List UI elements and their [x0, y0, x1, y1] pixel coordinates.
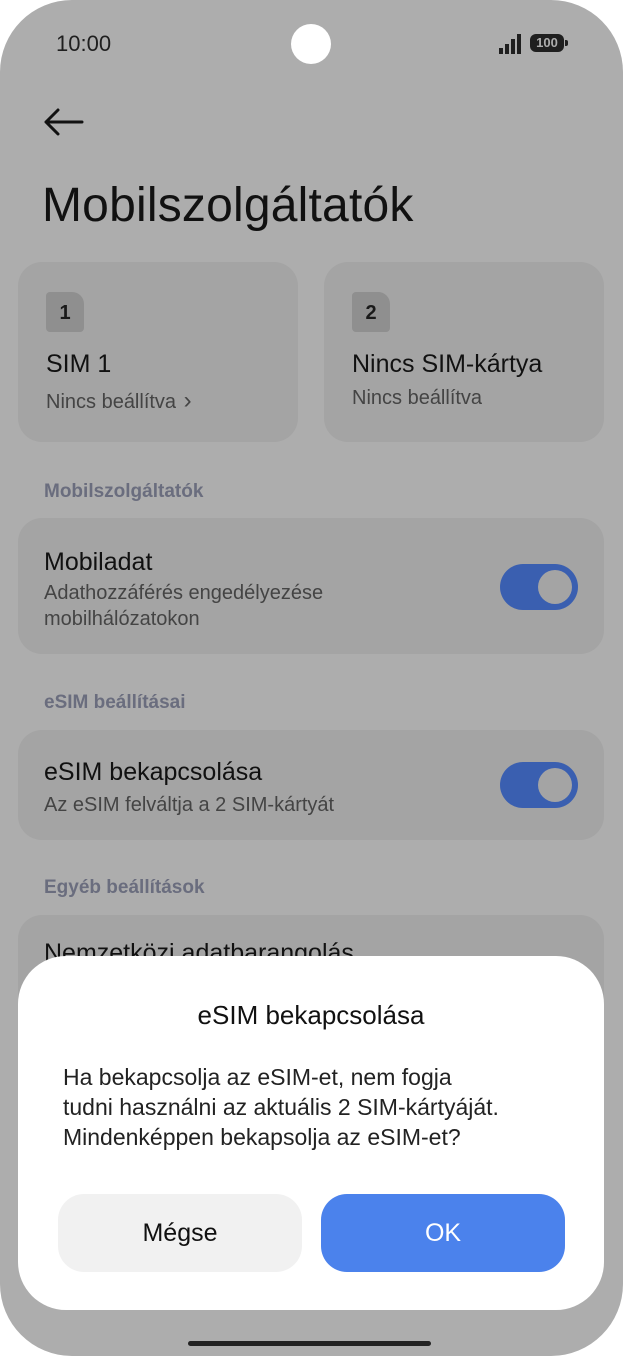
mobile-data-subtitle: Adathozzáférés engedélyezése mobilhálóza…	[44, 582, 324, 630]
back-arrow-icon[interactable]	[40, 100, 88, 144]
esim-toggle-title: eSIM bekapcsolása	[44, 758, 263, 786]
esim-toggle-switch[interactable]	[500, 762, 578, 808]
phone-screen: 10:00 100 Mobilszolgáltatók 1 SIM 1 Ninc…	[0, 0, 623, 1356]
chevron-right-icon: ›	[183, 387, 192, 414]
esim-confirm-dialog: eSIM bekapcsolása Ha bekapcsolja az eSIM…	[18, 956, 604, 1310]
cancel-button[interactable]: Mégse	[58, 1194, 302, 1272]
section-header-mobile: Mobilszolgáltatók	[44, 481, 204, 502]
battery-icon: 100	[530, 34, 568, 52]
mobile-data-row[interactable]: Mobiladat Adathozzáférés engedélyezése m…	[18, 518, 604, 654]
sim-status: Nincs beállítva ›	[46, 387, 192, 415]
sim-card-icon: 1	[46, 292, 84, 332]
page-title: Mobilszolgáltatók	[42, 179, 414, 232]
dialog-title: eSIM bekapcsolása	[197, 1000, 425, 1030]
sim-slot-number: 2	[365, 302, 377, 324]
sim-slot-number: 1	[59, 302, 71, 324]
mobile-data-title: Mobiladat	[44, 548, 153, 576]
sim-name: SIM 1	[46, 350, 112, 378]
front-camera	[291, 24, 331, 64]
esim-toggle-subtitle: Az eSIM felváltja a 2 SIM-kártyát	[44, 794, 335, 816]
sim-card-1[interactable]: 1 SIM 1 Nincs beállítva ›	[18, 262, 298, 442]
sim-name: Nincs SIM-kártya	[352, 350, 543, 378]
ok-button[interactable]: OK	[321, 1194, 565, 1272]
toggle-knob	[538, 768, 572, 802]
sim-card-icon: 2	[352, 292, 390, 332]
esim-toggle-row[interactable]: eSIM bekapcsolása Az eSIM felváltja a 2 …	[18, 730, 604, 840]
home-indicator[interactable]	[188, 1341, 431, 1346]
section-header-esim: eSIM beállításai	[44, 692, 186, 713]
dialog-message: Ha bekapcsolja az eSIM-et, nem fogja tud…	[63, 1064, 499, 1150]
status-time: 10:00	[56, 31, 112, 56]
battery-level: 100	[536, 35, 558, 50]
sim-status-text: Nincs beállítva	[46, 391, 177, 413]
mobile-data-toggle[interactable]	[500, 564, 578, 610]
toggle-knob	[538, 570, 572, 604]
status-bar: 10:00 100	[0, 0, 623, 90]
sim-status: Nincs beállítva	[352, 387, 483, 409]
signal-icon	[499, 34, 521, 54]
sim-card-2[interactable]: 2 Nincs SIM-kártya Nincs beállítva	[324, 262, 604, 442]
section-header-other: Egyéb beállítások	[44, 877, 205, 898]
